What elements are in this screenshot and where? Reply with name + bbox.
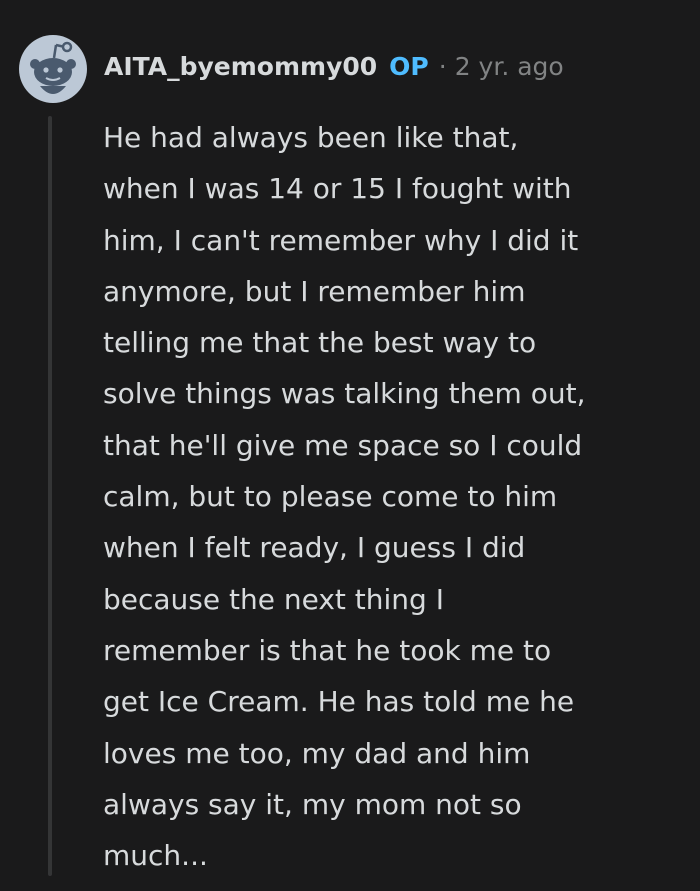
username-link[interactable]: AITA_byemommy00 <box>104 52 377 81</box>
comment-timestamp[interactable]: 2 yr. ago <box>455 52 564 81</box>
comment-card: AITA_byemommy00 OP · 2 yr. ago He had al… <box>0 0 700 891</box>
reddit-snoo-avatar-icon[interactable] <box>18 34 88 104</box>
thread-line[interactable] <box>48 116 52 876</box>
meta-separator: · <box>438 51 447 81</box>
op-badge: OP <box>389 51 429 81</box>
comment-body: He had always been like that, when I was… <box>103 121 586 873</box>
comment-header: AITA_byemommy00 OP · 2 yr. ago <box>104 44 564 88</box>
